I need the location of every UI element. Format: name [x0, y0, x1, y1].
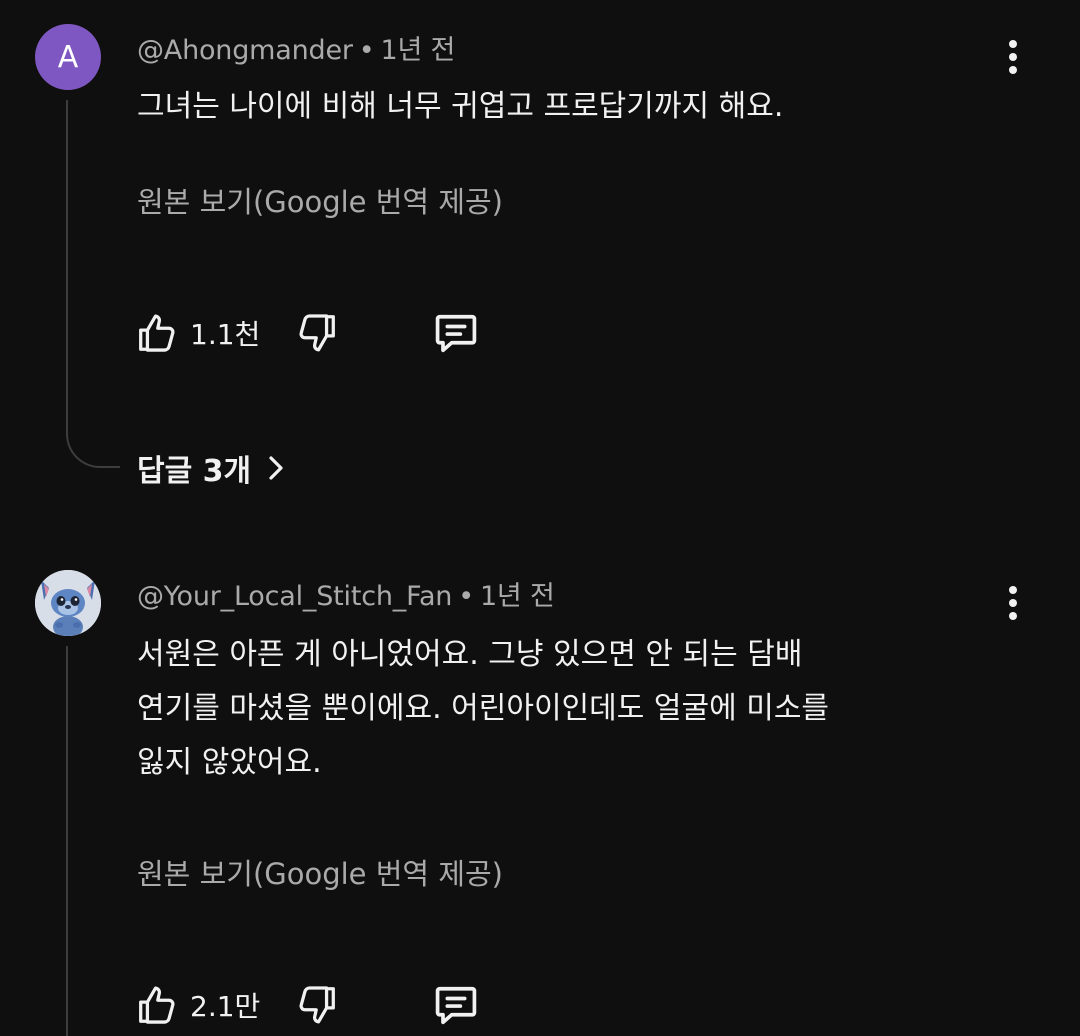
replies-label: 답글 3개 — [137, 454, 252, 489]
chevron-right-icon — [269, 456, 283, 480]
thumbs-up-icon — [139, 314, 175, 352]
comment-time[interactable]: 1년 전 — [480, 581, 555, 612]
avatar[interactable]: A — [35, 24, 101, 90]
comment-icon — [435, 986, 477, 1025]
thread-line — [66, 100, 68, 418]
meta-separator: • — [358, 35, 375, 66]
view-replies-button[interactable]: 답글 3개 — [137, 446, 287, 490]
meta-separator: • — [458, 581, 474, 612]
like-count: 2.1만 — [190, 990, 261, 1023]
comment-meta: @Ahongmander • 1년 전 — [137, 28, 455, 67]
more-vert-icon[interactable] — [996, 33, 1030, 81]
thumbs-down-icon — [299, 314, 335, 352]
comment-text: 그녀는 나이에 비해 너무 귀엽고 프로답기까지 해요. — [137, 80, 1037, 134]
comment-author[interactable]: @Ahongmander — [137, 35, 353, 66]
comment-actions: 1.1천 — [130, 303, 530, 363]
like-button[interactable]: 1.1천 — [134, 303, 260, 363]
thread-connector — [66, 404, 120, 468]
comment-meta: @Your_Local_Stitch_Fan • 1년 전 — [137, 574, 555, 613]
comment-author[interactable]: @Your_Local_Stitch_Fan — [137, 581, 452, 612]
like-button[interactable]: 2.1만 — [134, 975, 260, 1035]
comment-text-line: 연기를 마셨을 뿐이에요. 어린아이인데도 얼굴에 미소를 — [137, 691, 830, 726]
stitch-avatar-icon — [35, 570, 101, 636]
comment-text-line: 잃지 않았어요. — [137, 745, 322, 780]
avatar[interactable] — [35, 570, 101, 636]
dislike-button[interactable] — [294, 303, 340, 363]
thumbs-up-icon — [139, 986, 175, 1024]
thread-line — [66, 646, 68, 1036]
avatar-letter: A — [57, 39, 79, 75]
dislike-button[interactable] — [294, 975, 340, 1035]
comment-actions: 2.1만 — [130, 975, 530, 1035]
comment-icon — [435, 314, 477, 353]
reply-button[interactable] — [430, 975, 482, 1035]
comment-time[interactable]: 1년 전 — [381, 35, 456, 66]
reply-button[interactable] — [430, 303, 482, 363]
like-count: 1.1천 — [190, 318, 261, 351]
view-original-link[interactable]: 원본 보기(Google 번역 제공) — [137, 851, 503, 893]
view-original-link[interactable]: 원본 보기(Google 번역 제공) — [137, 179, 503, 221]
more-vert-icon[interactable] — [996, 579, 1030, 627]
comment-text-line: 서원은 아픈 게 아니었어요. 그냥 있으면 안 되는 담배 — [137, 637, 803, 672]
thumbs-down-icon — [299, 986, 335, 1024]
comment-text-line: 그녀는 나이에 비해 너무 귀엽고 프로답기까지 해요. — [137, 89, 784, 124]
comment-text: 서원은 아픈 게 아니었어요. 그냥 있으면 안 되는 담배 연기를 마셨을 뿐… — [137, 628, 1037, 790]
